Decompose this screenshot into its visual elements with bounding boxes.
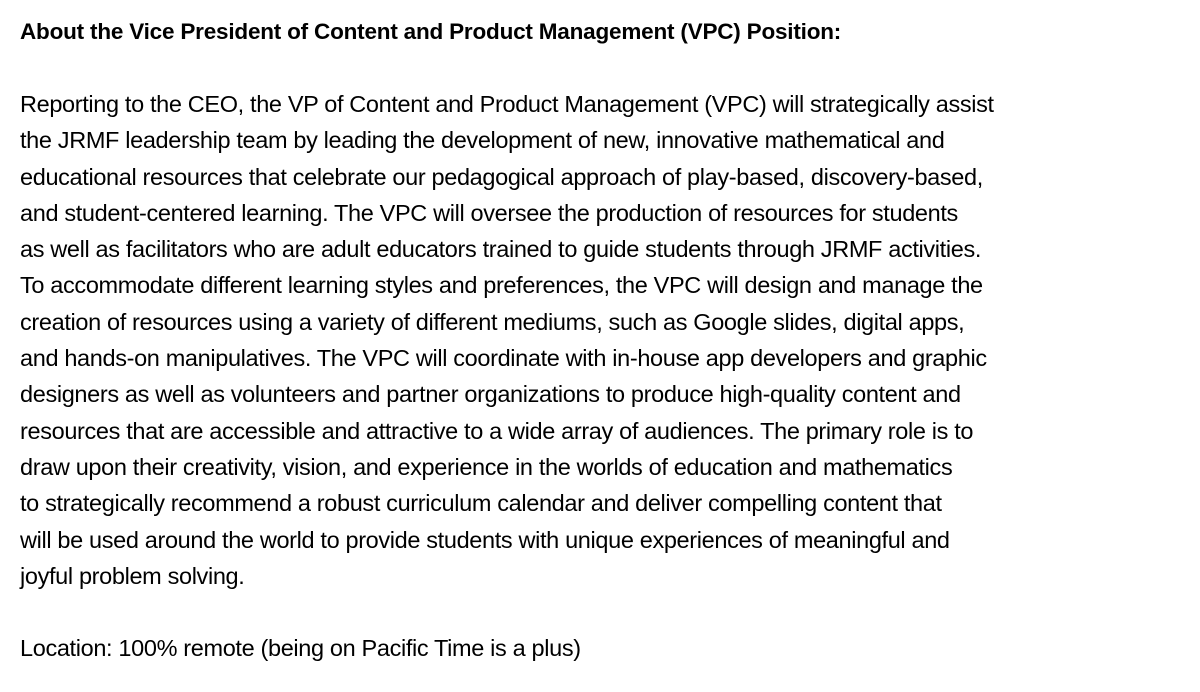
paragraph-line: educational resources that celebrate our… (20, 163, 983, 190)
paragraph-line: designers as well as volunteers and part… (20, 381, 961, 408)
paragraph-line: Reporting to the CEO, the VP of Content … (20, 91, 994, 117)
description-paragraph: Reporting to the CEO, the VP of Content … (20, 86, 1188, 594)
paragraph-line: creation of resources using a variety of… (20, 308, 965, 335)
paragraph-line: To accommodate different learning styles… (20, 272, 983, 299)
document: About the Vice President of Content and … (20, 14, 1188, 666)
paragraph-line: joyful problem solving. (20, 562, 245, 589)
position-heading: About the Vice President of Content and … (20, 19, 842, 44)
paragraph-line: resources that are accessible and attrac… (20, 417, 974, 444)
location-line: Location: 100% remote (being on Pacific … (20, 635, 581, 662)
paragraph-line: and student-centered learning. The VPC w… (20, 199, 958, 226)
paragraph-line: will be used around the world to provide… (20, 526, 950, 553)
paragraph-line: to strategically recommend a robust curr… (20, 490, 942, 517)
paragraph-line: as well as facilitators who are adult ed… (20, 236, 982, 263)
paragraph-line: and hands-on manipulatives. The VPC will… (20, 345, 987, 372)
paragraph-line: the JRMF leadership team by leading the … (20, 127, 945, 154)
paragraph-line: draw upon their creativity, vision, and … (20, 453, 953, 480)
